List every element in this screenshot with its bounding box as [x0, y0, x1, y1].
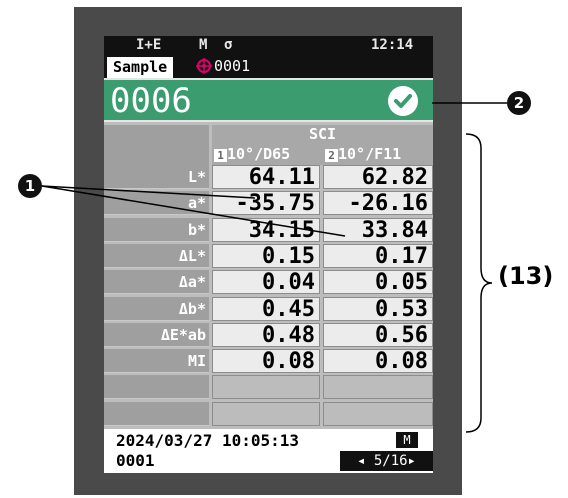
callout-2-marker: 2 — [507, 91, 531, 115]
callout-13-label: (13) — [498, 262, 554, 290]
callout-lines — [41, 102, 507, 433]
callout-1-marker: 1 — [18, 174, 42, 198]
